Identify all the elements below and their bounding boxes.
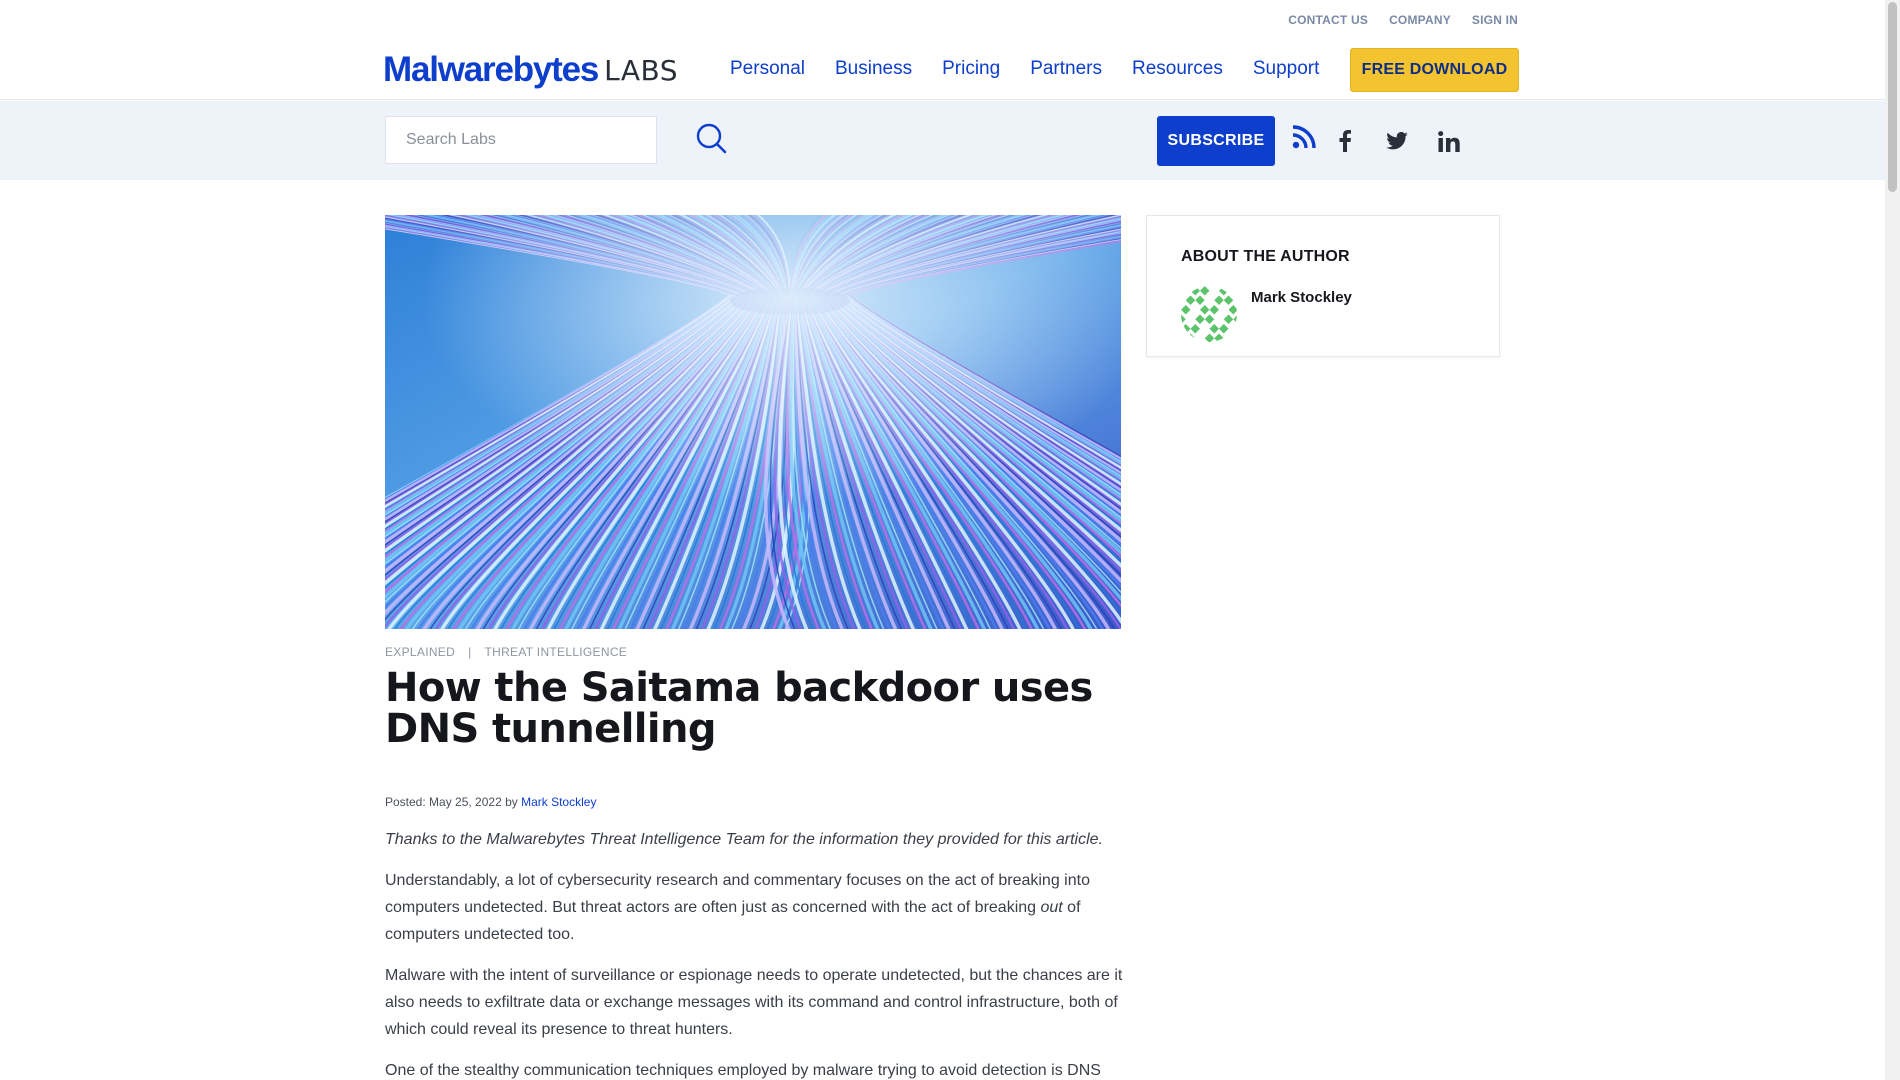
free-download-button[interactable]: FREE DOWNLOAD xyxy=(1350,48,1519,92)
article-paragraph: Understandably, a lot of cybersecurity r… xyxy=(385,872,1090,943)
article-categories: EXPLAINED | THREAT INTELLIGENCE xyxy=(385,645,627,659)
posted-label: Posted: May 25, 2022 by xyxy=(385,795,518,809)
article-paragraph: Malware with the intent of surveillance … xyxy=(385,967,1123,1038)
nav-resources[interactable]: Resources xyxy=(1132,58,1223,80)
article-lead: Thanks to the Malwarebytes Threat Intell… xyxy=(385,831,1103,848)
main-nav: Personal Business Pricing Partners Resou… xyxy=(730,58,1319,80)
linkedin-icon[interactable] xyxy=(1435,127,1463,155)
sign-in-link[interactable]: SIGN IN xyxy=(1472,13,1518,27)
nav-business[interactable]: Business xyxy=(835,58,912,80)
nav-partners[interactable]: Partners xyxy=(1030,58,1102,80)
contact-us-link[interactable]: CONTACT US xyxy=(1288,13,1368,27)
nav-pricing[interactable]: Pricing xyxy=(942,58,1000,80)
logo-brand: Malwarebytes xyxy=(383,50,599,89)
category-threat-intelligence[interactable]: THREAT INTELLIGENCE xyxy=(484,645,627,659)
category-separator: | xyxy=(468,645,472,659)
author-link[interactable]: Mark Stockley xyxy=(521,795,596,809)
rss-icon[interactable] xyxy=(1290,123,1318,151)
malwarebytes-labs-logo[interactable]: Malwarebytes LABS xyxy=(383,50,679,89)
company-link[interactable]: COMPANY xyxy=(1389,13,1451,27)
site-header xyxy=(0,0,1885,100)
article-body: Thanks to the Malwarebytes Threat Intell… xyxy=(385,826,1127,1080)
scrollbar-thumb[interactable] xyxy=(1888,2,1897,192)
article-meta: Posted: May 25, 2022 by Mark Stockley xyxy=(385,795,596,809)
search-input[interactable] xyxy=(385,116,657,164)
page-scrollbar[interactable] xyxy=(1885,0,1900,1080)
about-author-heading: ABOUT THE AUTHOR xyxy=(1181,248,1350,265)
category-explained[interactable]: EXPLAINED xyxy=(385,645,455,659)
twitter-icon[interactable] xyxy=(1383,127,1411,155)
author-name[interactable]: Mark Stockley xyxy=(1251,289,1352,306)
article-hero-image xyxy=(385,215,1121,629)
author-avatar[interactable] xyxy=(1181,286,1237,342)
search-icon[interactable] xyxy=(692,119,732,159)
nav-support[interactable]: Support xyxy=(1253,58,1320,80)
article-title: How the Saitama backdoor uses DNS tunnel… xyxy=(385,665,1093,752)
utility-nav: CONTACT US COMPANY SIGN IN xyxy=(1288,13,1518,27)
facebook-icon[interactable] xyxy=(1331,127,1359,155)
about-author-card: ABOUT THE AUTHOR Mark Stockley xyxy=(1146,215,1500,357)
logo-labs: LABS xyxy=(604,53,679,87)
subscribe-button[interactable]: SUBSCRIBE xyxy=(1157,116,1275,166)
nav-personal[interactable]: Personal xyxy=(730,58,805,80)
article-paragraph: One of the stealthy communication techni… xyxy=(385,1062,1101,1079)
search-subscribe-bar: SUBSCRIBE xyxy=(0,101,1885,180)
